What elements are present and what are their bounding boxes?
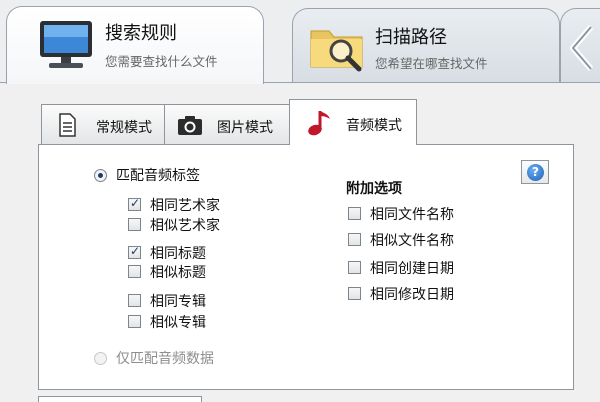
similar-album-label: 相似专辑 bbox=[150, 315, 206, 331]
same-filename-checkbox[interactable] bbox=[348, 207, 361, 220]
match-data-label: 仅匹配音频数据 bbox=[116, 351, 214, 367]
same-title-checkbox[interactable] bbox=[128, 244, 141, 259]
help-button[interactable]: ? bbox=[521, 160, 549, 184]
monitor-icon bbox=[40, 21, 92, 68]
same-title-label: 相同标题 bbox=[150, 246, 206, 262]
tab-subtitle: 您需要查找什么文件 bbox=[105, 54, 218, 69]
tab-audio-mode[interactable]: 音频模式 bbox=[289, 99, 417, 145]
similar-filename-checkbox[interactable] bbox=[348, 233, 361, 246]
top-tab-bar: 搜索规则 您需要查找什么文件 扫描路径 您希望在哪查找文件 bbox=[0, 0, 600, 84]
same-modified-date-checkbox[interactable] bbox=[348, 287, 361, 300]
match-tags-radio[interactable] bbox=[94, 169, 107, 182]
music-note-icon bbox=[308, 111, 330, 136]
same-created-date-checkbox[interactable] bbox=[348, 261, 361, 274]
similar-album-checkbox[interactable] bbox=[128, 315, 141, 328]
match-data-radio[interactable] bbox=[94, 352, 107, 365]
same-filename-label: 相同文件名称 bbox=[370, 207, 454, 223]
similar-artist-label: 相似艺术家 bbox=[150, 218, 220, 234]
same-created-date-label: 相同创建日期 bbox=[370, 261, 454, 277]
tab-normal-mode[interactable]: 常规模式 bbox=[41, 104, 165, 144]
same-artist-label: 相同艺术家 bbox=[150, 198, 220, 214]
extra-options-heading: 附加选项 bbox=[346, 181, 402, 197]
tab-label: 常规模式 bbox=[96, 120, 152, 136]
similar-artist-checkbox[interactable] bbox=[128, 218, 141, 231]
same-modified-date-label: 相同修改日期 bbox=[370, 287, 454, 303]
back-arrow-icon bbox=[570, 25, 594, 71]
tab-title: 扫描路径 bbox=[375, 27, 447, 48]
same-artist-checkbox[interactable] bbox=[128, 196, 141, 211]
similar-title-checkbox[interactable] bbox=[128, 265, 141, 278]
folder-search-icon bbox=[310, 30, 363, 72]
tab-label: 图片模式 bbox=[217, 120, 273, 136]
tab-title: 搜索规则 bbox=[105, 23, 177, 44]
bottom-panel-edge bbox=[38, 396, 202, 402]
question-icon: ? bbox=[527, 164, 544, 181]
similar-title-label: 相似标题 bbox=[150, 265, 206, 281]
same-album-checkbox[interactable] bbox=[128, 294, 141, 307]
tab-image-mode[interactable]: 图片模式 bbox=[164, 104, 290, 144]
tab-next-partial[interactable] bbox=[560, 8, 600, 84]
tab-subtitle: 您希望在哪查找文件 bbox=[375, 56, 488, 71]
similar-filename-label: 相似文件名称 bbox=[370, 233, 454, 249]
tab-scan-path[interactable]: 扫描路径 您希望在哪查找文件 bbox=[292, 8, 560, 84]
document-icon bbox=[59, 113, 76, 137]
match-tags-label: 匹配音频标签 bbox=[116, 168, 200, 184]
camera-icon bbox=[178, 116, 202, 135]
same-album-label: 相同专辑 bbox=[150, 294, 206, 310]
tab-search-rules[interactable]: 搜索规则 您需要查找什么文件 bbox=[6, 6, 264, 84]
tab-label: 音频模式 bbox=[346, 118, 402, 134]
